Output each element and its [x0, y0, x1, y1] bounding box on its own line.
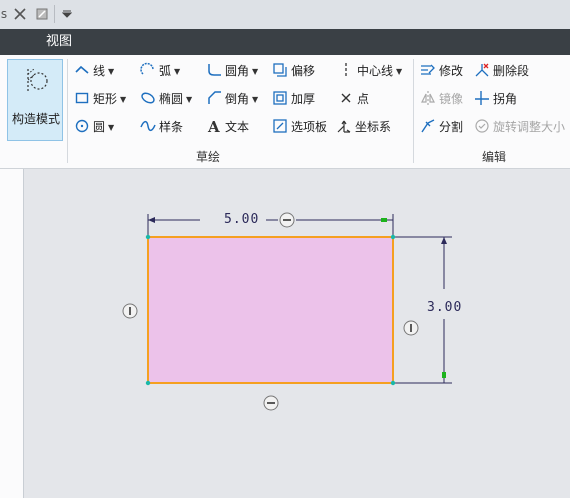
- coordinate-system-icon: [336, 118, 352, 134]
- width-dimension-value[interactable]: 5.00: [224, 212, 259, 227]
- vertex-point[interactable]: [390, 234, 396, 240]
- corner-button[interactable]: 拐角: [474, 88, 517, 110]
- chevron-down-icon[interactable]: ▼: [252, 67, 258, 76]
- divide-button[interactable]: 分割: [420, 116, 463, 138]
- chevron-down-icon[interactable]: ▼: [186, 95, 192, 104]
- mirror-icon: [420, 90, 436, 106]
- ellipse-button[interactable]: 椭圆 ▼: [140, 88, 192, 110]
- palette-button[interactable]: 选项板: [272, 116, 327, 138]
- group-divider: [67, 59, 68, 163]
- ribbon: 构造模式 线 ▼ 矩形 ▼ 圆 ▼ 弧 ▼ 椭圆 ▼ 样条 圆角 ▼ 倒角 ▼ A 文本 偏移 …: [0, 55, 570, 169]
- horizontal-constraint-icon[interactable]: [279, 212, 295, 228]
- edit-group-label: 编辑: [482, 150, 507, 164]
- thicken-button[interactable]: 加厚: [272, 88, 315, 110]
- quick-access-toolbar: s: [0, 0, 570, 30]
- dimension-arrow: [441, 237, 447, 244]
- close-window-icon[interactable]: [12, 5, 28, 23]
- toolbar-divider: [54, 5, 55, 23]
- offset-button[interactable]: 偏移: [272, 60, 315, 82]
- centerline-icon: [338, 62, 354, 78]
- vertical-constraint-icon[interactable]: [122, 303, 138, 319]
- point-button[interactable]: 点: [338, 88, 369, 110]
- vertex-point[interactable]: [145, 380, 151, 386]
- line-icon: [74, 62, 90, 78]
- horizontal-constraint-icon[interactable]: [263, 395, 279, 411]
- rectangle-icon: [74, 90, 90, 106]
- fillet-icon: [206, 62, 222, 78]
- fillet-button[interactable]: 圆角 ▼: [206, 60, 258, 82]
- tab-view[interactable]: 视图: [34, 29, 84, 55]
- group-divider: [413, 59, 414, 163]
- corner-icon: [474, 90, 490, 106]
- delete-segment-button[interactable]: 删除段: [474, 60, 529, 82]
- vertex-point[interactable]: [145, 234, 151, 240]
- ribbon-tab-bar: 视图: [0, 29, 570, 55]
- vertex-point[interactable]: [390, 380, 396, 386]
- chevron-down-icon[interactable]: ▼: [252, 95, 258, 104]
- window-icon[interactable]: [34, 5, 50, 23]
- dimension-arrow: [442, 372, 446, 378]
- construction-mode-label: 构造模式: [11, 112, 60, 126]
- centerline-button[interactable]: 中心线 ▼: [338, 60, 402, 82]
- chamfer-icon: [206, 90, 222, 106]
- sketch-rectangle[interactable]: [147, 236, 394, 384]
- rotate-resize-icon: [474, 118, 490, 134]
- sketch-canvas[interactable]: 5.00 3.00: [24, 169, 570, 498]
- chevron-down-icon[interactable]: ▼: [120, 95, 126, 104]
- line-button[interactable]: 线 ▼: [74, 60, 114, 82]
- sketch-drawing: [122, 212, 452, 411]
- construction-mode-button[interactable]: 构造模式: [7, 59, 63, 141]
- spline-icon: [140, 118, 156, 134]
- dimension-arrow: [381, 218, 387, 222]
- circle-icon: [74, 118, 90, 134]
- circle-button[interactable]: 圆 ▼: [74, 116, 114, 138]
- divide-icon: [420, 118, 436, 134]
- arc-button[interactable]: 弧 ▼: [140, 60, 180, 82]
- chamfer-button[interactable]: 倒角 ▼: [206, 88, 258, 110]
- svg-text:A: A: [207, 118, 220, 134]
- point-icon: [338, 90, 354, 106]
- ellipse-icon: [140, 90, 156, 106]
- modify-icon: [420, 62, 436, 78]
- height-dimension-value[interactable]: 3.00: [427, 300, 462, 315]
- rectangle-button[interactable]: 矩形 ▼: [74, 88, 126, 110]
- model-tree-panel[interactable]: [0, 169, 24, 498]
- offset-icon: [272, 62, 288, 78]
- partial-icon[interactable]: s: [0, 5, 8, 23]
- vertical-constraint-icon[interactable]: [403, 320, 419, 336]
- palette-icon: [272, 118, 288, 134]
- coordinate-system-button[interactable]: 坐标系: [336, 116, 391, 138]
- delete-segment-icon: [474, 62, 490, 78]
- modify-button[interactable]: 修改: [420, 60, 463, 82]
- chevron-down-icon[interactable]: ▼: [396, 67, 402, 76]
- construction-mode-icon: [22, 66, 50, 96]
- text-icon: A: [206, 118, 222, 134]
- chevron-down-icon[interactable]: ▼: [108, 123, 114, 132]
- sketch-group-label: 草绘: [196, 150, 221, 164]
- spline-button[interactable]: 样条: [140, 116, 183, 138]
- chevron-down-icon[interactable]: ▼: [174, 67, 180, 76]
- chevron-down-icon[interactable]: ▼: [108, 67, 114, 76]
- arc-icon: [140, 62, 156, 78]
- text-button[interactable]: A 文本: [206, 116, 249, 138]
- rotate-resize-button[interactable]: 旋转调整大小: [474, 116, 565, 138]
- mirror-button[interactable]: 镜像: [420, 88, 463, 110]
- thicken-icon: [272, 90, 288, 106]
- customize-dropdown-icon[interactable]: [60, 5, 74, 23]
- dimension-arrow: [148, 217, 155, 223]
